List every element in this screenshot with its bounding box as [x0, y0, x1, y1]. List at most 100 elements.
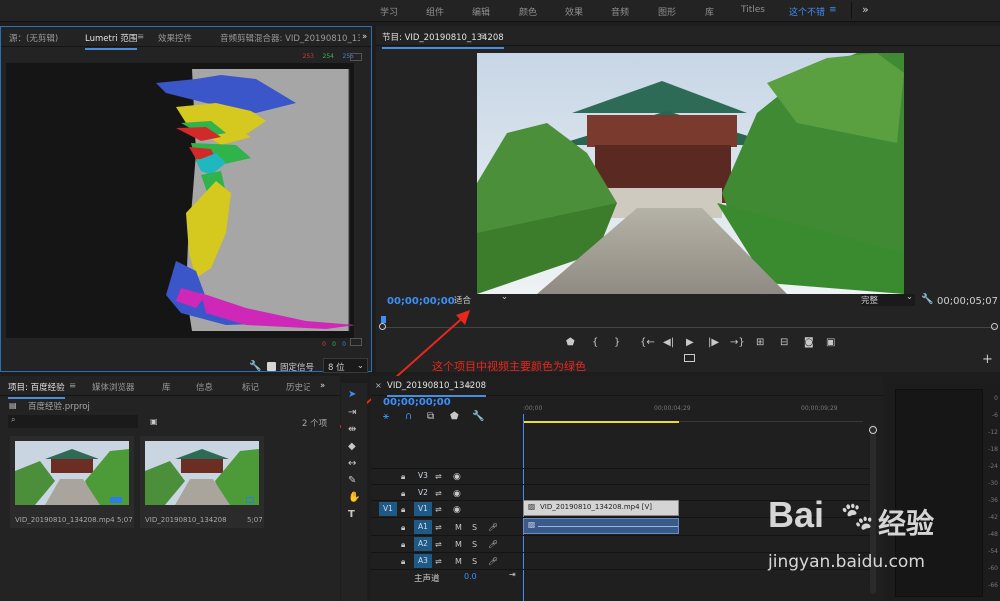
wrench-icon[interactable]: 🔧 [249, 361, 261, 373]
hand-tool-icon[interactable]: ✋ [348, 492, 360, 504]
add-button-icon[interactable]: + [982, 353, 993, 366]
sync-lock-icon[interactable]: ⇌ [435, 522, 442, 534]
wrench-icon[interactable]: 🔧 [921, 294, 933, 306]
mute-button[interactable]: M [455, 556, 462, 568]
track-a2-label[interactable]: A2 [414, 537, 432, 551]
workspace-tab-audio[interactable]: 音频 [611, 5, 629, 18]
timeline-timecode[interactable]: 00;00;00;00 [383, 397, 451, 408]
workspace-tab-titles[interactable]: Titles [741, 5, 765, 15]
go-to-out-icon[interactable]: →} [730, 337, 745, 349]
microphone-icon[interactable]: 🎤︎ [488, 539, 498, 551]
mute-button[interactable]: M [455, 522, 462, 534]
lift-icon[interactable]: ⊞ [756, 337, 764, 349]
workspace-tab-assembly[interactable]: 组件 [426, 5, 444, 18]
ripple-edit-tool-icon[interactable]: ⇹ [348, 424, 356, 436]
snap-icon[interactable]: ∩ [405, 411, 412, 423]
camera-icon[interactable]: ◙ [804, 337, 814, 349]
go-to-in-icon[interactable]: {← [640, 337, 655, 349]
quality-select[interactable]: 完整 ⌄ [861, 292, 915, 306]
workspace-tab-color[interactable]: 颜色 [519, 5, 537, 18]
tab-audio-clip-mixer[interactable]: 音频剪辑混合器: VID_20190810_1342 [220, 32, 360, 44]
track-a3-label[interactable]: A3 [414, 554, 432, 568]
workspace-tab-custom[interactable]: 这个不错 [789, 5, 825, 18]
panel-menu-icon[interactable]: ≡ [69, 381, 76, 391]
lock-icon[interactable]: 🔒︎ [401, 539, 405, 551]
microphone-icon[interactable]: 🎤︎ [488, 556, 498, 568]
tab-effect-controls[interactable]: 效果控件 [158, 32, 192, 44]
linked-selection-icon[interactable]: ⧉ [427, 411, 434, 423]
lock-icon[interactable]: 🔒︎ [401, 471, 405, 483]
close-icon[interactable]: × [375, 381, 382, 390]
nest-toggle-icon[interactable]: ⚹ [383, 411, 389, 423]
pen-tool-icon[interactable]: ✎ [348, 475, 356, 487]
play-icon[interactable]: ▶ [686, 337, 694, 349]
panel-menu-icon[interactable]: ≡ [137, 32, 144, 42]
sync-lock-icon[interactable]: ⇌ [435, 539, 442, 551]
extract-icon[interactable]: ⊟ [780, 337, 788, 349]
track-a1-label[interactable]: A1 [414, 520, 432, 534]
lock-icon[interactable]: 🔒︎ [401, 488, 405, 500]
slip-tool-icon[interactable]: ↔ [348, 458, 356, 470]
workspace-tab-effects[interactable]: 效果 [565, 5, 583, 18]
eye-icon[interactable]: ◉ [453, 488, 461, 500]
mark-out-icon[interactable]: } [614, 337, 620, 349]
solo-button[interactable]: S [472, 556, 477, 568]
source-patch-v1[interactable]: V1 [379, 502, 397, 516]
tab-markers[interactable]: 标记 [242, 381, 259, 393]
audio-clip[interactable]: ▨ [523, 518, 679, 534]
track-select-tool-icon[interactable]: ⇥ [348, 407, 356, 419]
step-forward-icon[interactable]: |▶ [708, 337, 719, 349]
razor-tool-icon[interactable]: ◆ [348, 441, 356, 453]
more-tabs-icon[interactable]: » [320, 381, 325, 391]
scroll-handle-top[interactable] [869, 426, 877, 434]
workspace-menu-icon[interactable]: ≡ [829, 5, 837, 15]
scrubber-end-handle[interactable] [991, 323, 998, 330]
add-marker-icon[interactable]: ⬟ [450, 411, 459, 423]
master-volume-value[interactable]: 0.0 [464, 572, 477, 581]
project-search-input[interactable]: ⌕ [8, 415, 138, 428]
selection-tool-icon[interactable]: ➤ [348, 389, 356, 401]
video-clip[interactable]: ▨ VID_20190810_134208.mp4 [V] [523, 500, 679, 516]
track-v1-label[interactable]: V1 [414, 502, 432, 516]
sync-lock-icon[interactable]: ⇌ [435, 488, 442, 500]
tab-lumetri-scopes[interactable]: Lumetri 范围 [85, 32, 138, 50]
tab-project[interactable]: 项目: 百度经验 [8, 381, 65, 399]
tab-media-browser[interactable]: 媒体浏览器 [92, 381, 135, 393]
solo-button[interactable]: S [472, 522, 477, 534]
mark-in-icon[interactable]: { [592, 337, 598, 349]
solo-button[interactable]: S [472, 539, 477, 551]
workspace-tab-libraries[interactable]: 库 [705, 5, 714, 18]
panel-menu-icon[interactable]: ≡ [465, 381, 472, 391]
compare-view-icon[interactable]: ▣ [826, 337, 835, 349]
mute-button[interactable]: M [455, 539, 462, 551]
project-item-sequence[interactable]: VID_20190810_134208 5;07 [140, 436, 264, 528]
project-item-clip[interactable]: VID_20190810_134208.mp4 5;07 [10, 436, 134, 528]
sync-lock-icon[interactable]: ⇌ [435, 504, 442, 516]
track-v3-label[interactable]: V3 [414, 469, 432, 483]
add-marker-icon[interactable]: ⬟ [566, 337, 575, 349]
eye-icon[interactable]: ◉ [453, 471, 461, 483]
lock-icon[interactable]: 🔒︎ [401, 556, 405, 568]
workspace-tab-editing[interactable]: 编辑 [472, 5, 490, 18]
wrench-icon[interactable]: 🔧 [472, 411, 484, 423]
work-area-bar[interactable] [523, 421, 679, 423]
new-bin-icon[interactable]: ▣ [150, 416, 158, 428]
lock-icon[interactable]: 🔒︎ [401, 504, 405, 516]
tab-info[interactable]: 信息 [196, 381, 213, 393]
workspace-tab-learning[interactable]: 学习 [380, 5, 398, 18]
more-workspaces-icon[interactable]: » [862, 3, 869, 16]
tab-source[interactable]: 源：(无剪辑) [9, 32, 58, 44]
workspace-tab-graphics[interactable]: 图形 [658, 5, 676, 18]
sync-lock-icon[interactable]: ⇌ [435, 556, 442, 568]
tab-libraries[interactable]: 库 [162, 381, 171, 393]
button-editor-icon[interactable] [684, 354, 695, 362]
eye-icon[interactable]: ◉ [453, 504, 461, 516]
panel-menu-icon[interactable]: ≡ [480, 31, 487, 41]
sync-lock-icon[interactable]: ⇌ [435, 471, 442, 483]
more-tabs-icon[interactable]: » [362, 32, 367, 42]
lock-icon[interactable]: 🔒︎ [401, 522, 405, 534]
go-to-end-icon[interactable]: ⇥ [509, 569, 516, 581]
track-v2-label[interactable]: V2 [414, 486, 432, 500]
step-back-icon[interactable]: ◀| [663, 337, 674, 349]
type-tool-icon[interactable]: T [348, 509, 355, 521]
